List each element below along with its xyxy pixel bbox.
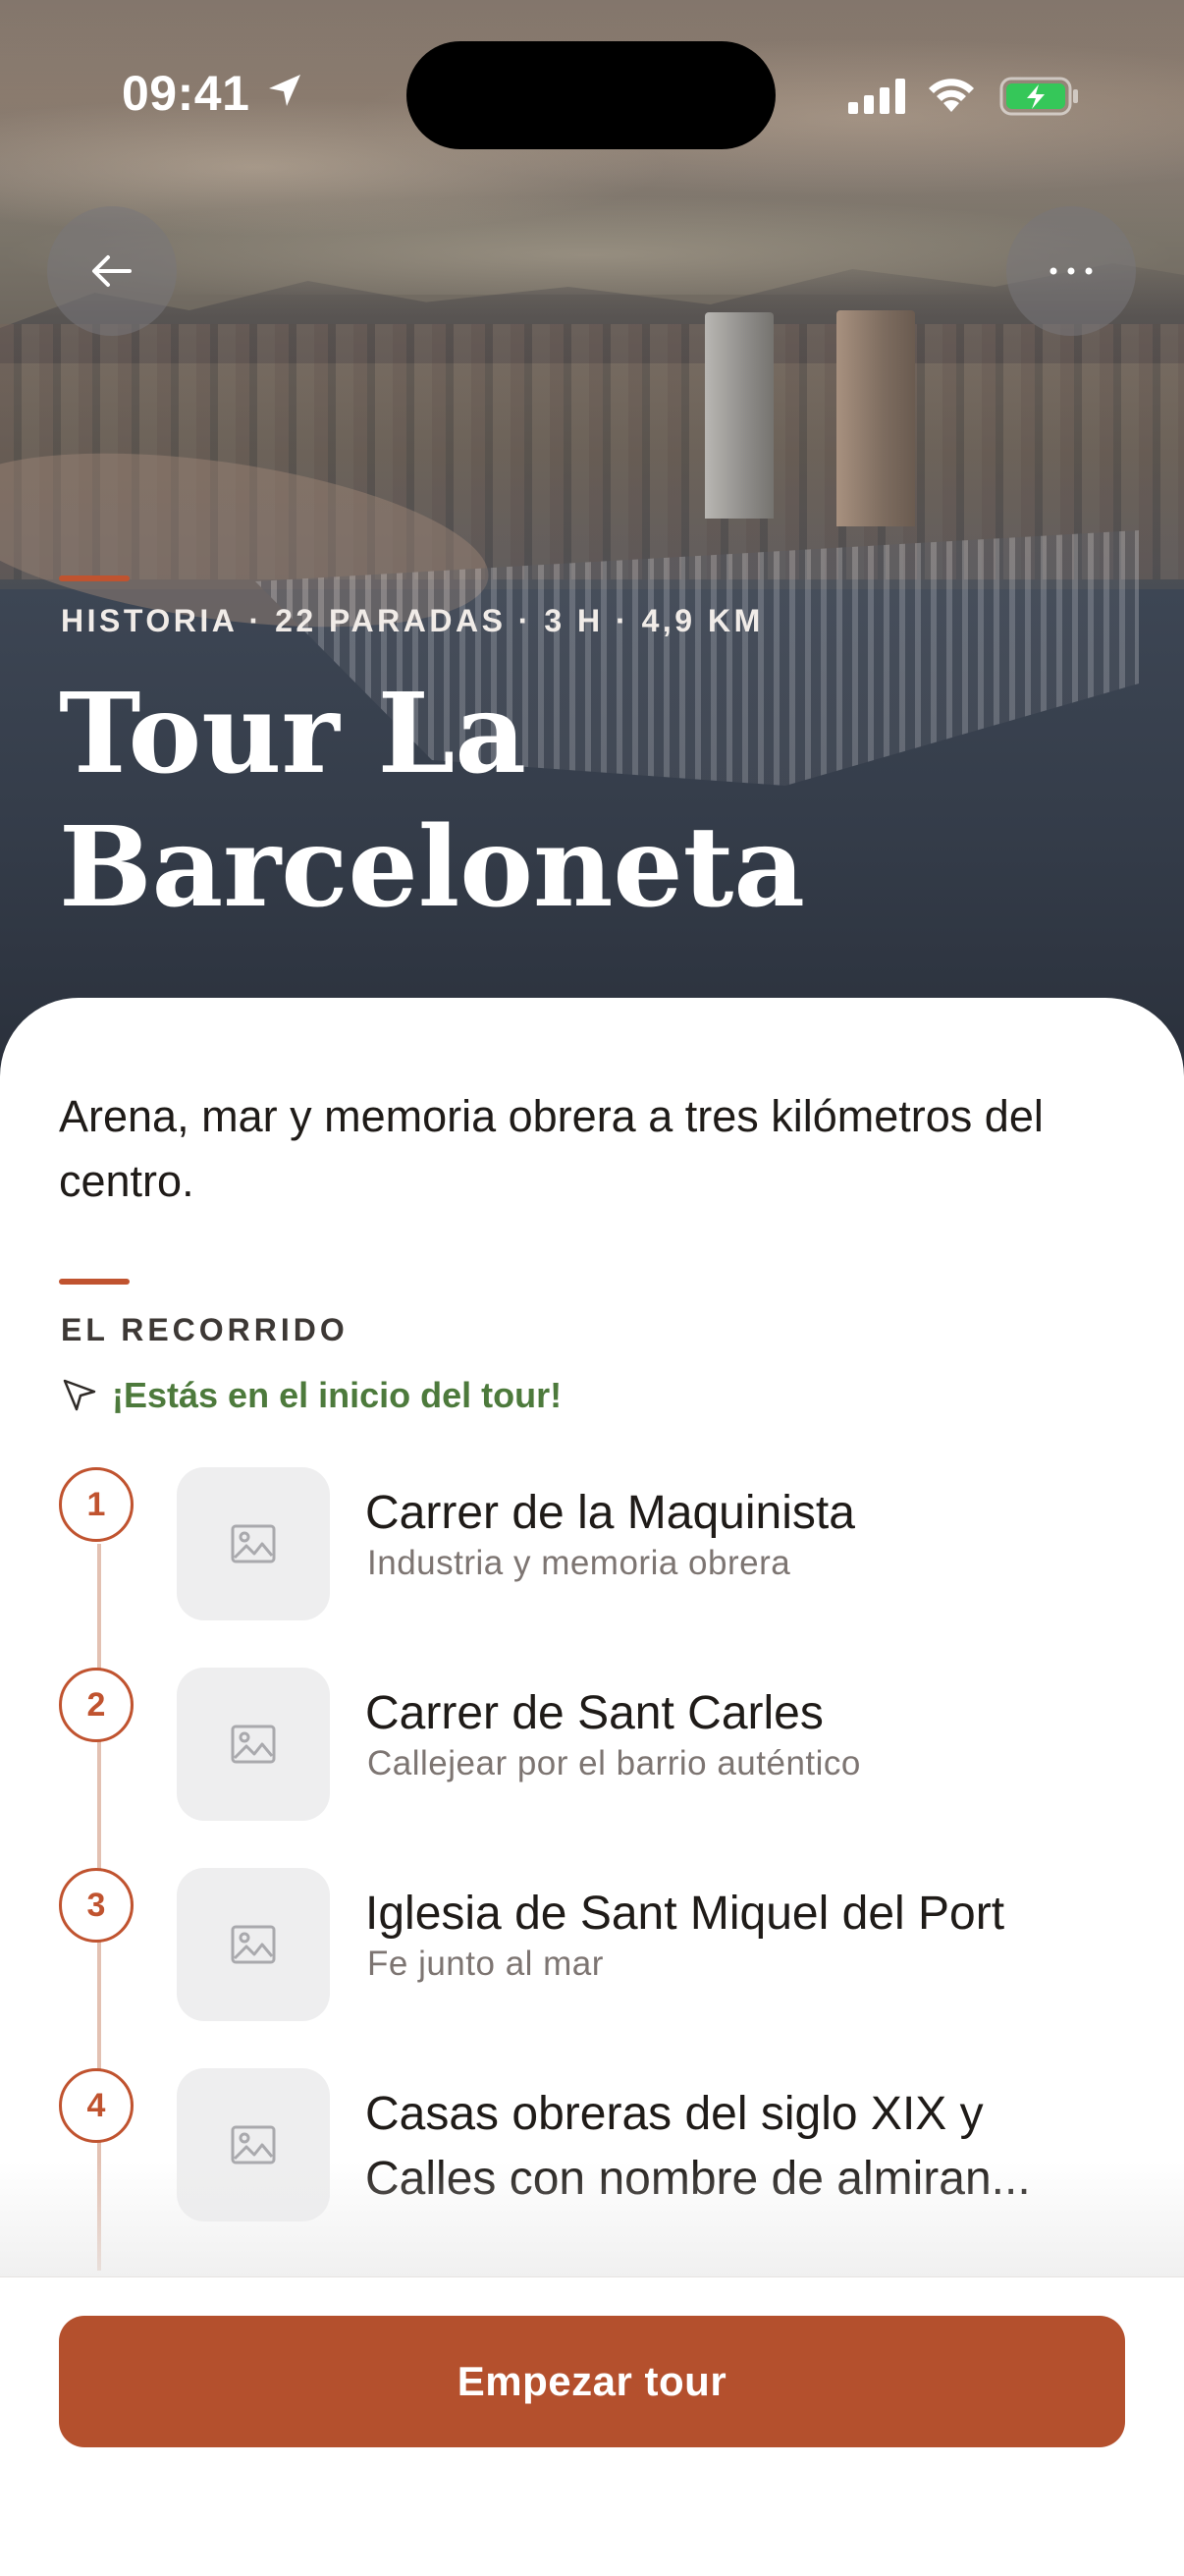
start-location-text: ¡Estás en el inicio del tour! bbox=[112, 1375, 563, 1415]
more-options-button[interactable] bbox=[1006, 206, 1136, 336]
tour-title: Tour La Barceloneta bbox=[59, 668, 942, 935]
hero-accent-bar bbox=[59, 575, 130, 581]
route-section-title: EL RECORRIDO bbox=[61, 1312, 349, 1347]
stop-item[interactable]: 2 Carrer de Sant Carles Callejear por el… bbox=[0, 1668, 1184, 1825]
more-horizontal-icon bbox=[1049, 267, 1093, 275]
stop-thumbnail bbox=[177, 1467, 330, 1620]
dynamic-island bbox=[406, 41, 776, 149]
hero-tower bbox=[836, 310, 915, 526]
stop-subtitle: Fe junto al mar bbox=[367, 1945, 604, 1983]
back-button[interactable] bbox=[47, 206, 177, 336]
navigation-arrow-icon bbox=[63, 1379, 96, 1411]
stop-thumbnail bbox=[177, 1668, 330, 1821]
stop-number: 3 bbox=[59, 1868, 134, 1943]
hero-tower bbox=[705, 312, 774, 519]
stop-thumbnail bbox=[177, 1868, 330, 2021]
cellular-signal-icon bbox=[848, 79, 905, 114]
tour-meta: HISTORIA · 22 PARADAS · 3 H · 4,9 KM bbox=[61, 603, 764, 638]
stop-item[interactable]: 1 Carrer de la Maquinista Industria y me… bbox=[0, 1467, 1184, 1624]
stop-subtitle: Industria y memoria obrera bbox=[367, 1544, 791, 1582]
scroll-fade bbox=[0, 2161, 1184, 2278]
image-placeholder-icon bbox=[231, 1524, 276, 1563]
stop-subtitle: Callejear por el barrio auténtico bbox=[367, 1744, 861, 1782]
status-time: 09:41 bbox=[122, 66, 250, 121]
stop-title-line: Casas obreras del siglo XIX y bbox=[365, 2088, 984, 2140]
image-placeholder-icon bbox=[231, 1725, 276, 1764]
section-accent-bar bbox=[59, 1279, 130, 1285]
stop-title: Iglesia de Sant Miquel del Port bbox=[365, 1888, 1005, 1940]
start-tour-button[interactable]: Empezar tour bbox=[59, 2316, 1125, 2447]
location-arrow-icon bbox=[269, 75, 300, 106]
wifi-icon bbox=[929, 79, 974, 112]
stop-number: 4 bbox=[59, 2068, 134, 2143]
battery-charging-icon bbox=[999, 77, 1078, 116]
tour-tagline: Arena, mar y memoria obrera a tres kilóm… bbox=[59, 1091, 1044, 1206]
stop-number: 1 bbox=[59, 1467, 134, 1542]
start-location-note: ¡Estás en el inicio del tour! bbox=[61, 1375, 562, 1416]
stop-title: Carrer de Sant Carles bbox=[365, 1687, 824, 1739]
image-placeholder-icon bbox=[231, 2125, 276, 2165]
arrow-left-icon bbox=[92, 255, 132, 287]
tour-title-line: Barceloneta bbox=[59, 803, 805, 932]
tour-title-line: Tour La bbox=[59, 670, 526, 798]
stop-item[interactable]: 3 Iglesia de Sant Miquel del Port Fe jun… bbox=[0, 1868, 1184, 2025]
stop-title: Carrer de la Maquinista bbox=[365, 1487, 855, 1539]
image-placeholder-icon bbox=[231, 1925, 276, 1964]
stop-number: 2 bbox=[59, 1668, 134, 1742]
